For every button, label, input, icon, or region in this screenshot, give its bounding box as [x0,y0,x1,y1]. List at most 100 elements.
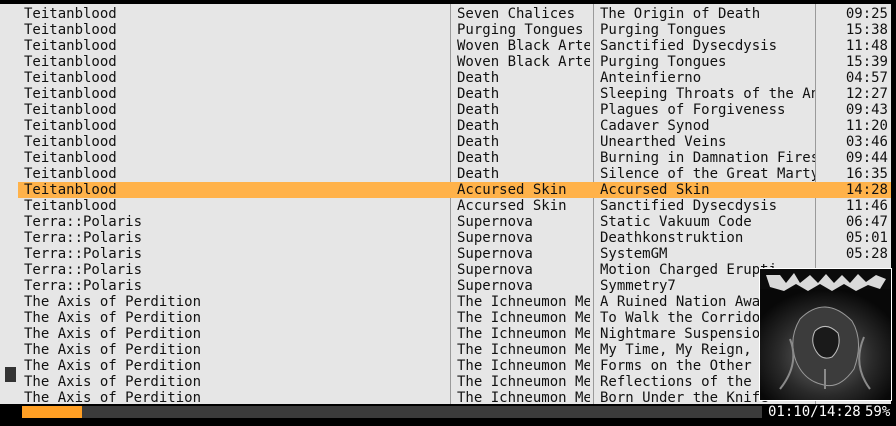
volume-readout: 59% [865,404,891,420]
track-title: Sleeping Throats of the Ant [600,86,815,102]
track-artist: Teitanblood [24,22,117,38]
progress-fill [22,406,82,418]
track-album: The Ichneumon Met [457,374,590,390]
time-readout: 01:10/14:28 [768,404,861,420]
track-album: Death [457,134,500,150]
track-artist: Teitanblood [24,102,117,118]
track-title: Static Vakuum Code [600,214,752,230]
track-artist: Teitanblood [24,166,117,182]
track-album: The Ichneumon Met [457,390,590,404]
track-duration: 14:28 [845,182,888,198]
track-title: Purging Tongues [600,54,727,70]
track-artist: Terra::Polaris [24,214,143,230]
track-row[interactable]: Teitanblood Death Cadaver Synod 11:20 [18,118,891,134]
track-title: Anteinfierno [600,70,702,86]
track-album: Death [457,86,500,102]
track-duration: 05:28 [845,246,888,262]
track-row[interactable]: Terra::Polaris Supernova Deathkonstruktion… [18,230,891,246]
track-album: Death [457,118,500,134]
track-artist: Terra::Polaris [24,246,143,262]
track-duration: 11:20 [845,118,888,134]
album-cover-image [760,269,891,400]
track-album: Death [457,70,500,86]
track-row[interactable]: Teitanblood Death Sleeping Throats of the … [18,86,891,102]
track-row[interactable]: Terra::Polaris Supernova Static Vakuum Cod… [18,214,891,230]
track-album: Woven Black Arter [457,38,590,54]
track-artist: Teitanblood [24,70,117,86]
track-duration: 16:35 [845,166,888,182]
track-row[interactable]: Teitanblood Death Unearthed Veins 03:46 [18,134,891,150]
track-title: Sanctified Dysecdysis [600,38,778,54]
track-album: The Ichneumon Met [457,294,590,310]
track-duration: 04:57 [845,70,888,86]
track-row[interactable]: Teitanblood Accursed Skin Sanctified Dysec… [18,198,891,214]
track-artist: Teitanblood [24,54,117,70]
track-row[interactable]: Teitanblood Death Silence of the Great Mar… [18,166,891,182]
track-album: Accursed Skin [457,182,567,198]
gutter-marker [5,367,16,382]
track-artist: Teitanblood [24,182,117,198]
track-album: Supernova [457,230,533,246]
track-artist: Terra::Polaris [24,262,143,278]
track-artist: The Axis of Perdition [24,294,202,310]
track-title: Cadaver Synod [600,118,710,134]
track-artist: The Axis of Perdition [24,310,202,326]
track-title: Purging Tongues [600,22,727,38]
track-artist: Teitanblood [24,6,117,22]
track-duration: 11:48 [845,38,888,54]
track-row[interactable]: Teitanblood Death Burning in Damnation Fir… [18,150,891,166]
track-duration: 09:25 [845,6,888,22]
track-album: Death [457,166,500,182]
track-duration: 09:43 [845,102,888,118]
progress-bar[interactable] [22,406,762,418]
track-album: Supernova [457,262,533,278]
track-artist: Teitanblood [24,134,117,150]
track-row[interactable]: Teitanblood Death Plagues of Forgiveness 09… [18,102,891,118]
track-title: Burning in Damnation Fires [600,150,815,166]
album-cover-art [759,268,892,401]
track-title: Silence of the Great Martyr [600,166,815,182]
track-duration: 05:01 [845,230,888,246]
track-row[interactable]: Teitanblood Woven Black Arter Purging Tong… [18,54,891,70]
track-album: Death [457,150,500,166]
track-album: Woven Black Arter [457,54,590,70]
track-duration: 15:38 [845,22,888,38]
track-title: Deathkonstruktion [600,230,744,246]
track-artist: Teitanblood [24,150,117,166]
status-bar: 01:10/14:28 59% [18,404,896,420]
track-row[interactable]: Teitanblood Purging Tongues Purging Tongue… [18,22,891,38]
track-artist: Teitanblood [24,86,117,102]
track-album: The Ichneumon Met [457,358,590,374]
track-title: Accursed Skin [600,182,710,198]
player-window: Teitanblood Seven Chalices The Origin of D… [0,0,896,426]
track-artist: Terra::Polaris [24,230,143,246]
track-row[interactable]: Terra::Polaris Supernova SystemGM 05:28 [18,246,891,262]
track-artist: The Axis of Perdition [24,374,202,390]
track-row-selected[interactable]: Teitanblood Accursed Skin Accursed Skin 14:… [18,182,891,198]
track-artist: Teitanblood [24,118,117,134]
track-album: Supernova [457,246,533,262]
track-album: The Ichneumon Met [457,342,590,358]
track-artist: The Axis of Perdition [24,326,202,342]
track-title: Plagues of Forgiveness [600,102,786,118]
track-artist: Teitanblood [24,38,117,54]
track-duration: 11:46 [845,198,888,214]
track-album: The Ichneumon Met [457,326,590,342]
track-title: The Origin of Death [600,6,761,22]
track-artist: Terra::Polaris [24,278,143,294]
track-row[interactable]: Teitanblood Woven Black Arter Sanctified D… [18,38,891,54]
track-duration: 09:44 [845,150,888,166]
track-duration: 12:27 [845,86,888,102]
track-row[interactable]: Teitanblood Seven Chalices The Origin of D… [18,6,891,22]
left-gutter [0,4,18,404]
track-title: SystemGM [600,246,668,262]
track-artist: The Axis of Perdition [24,390,202,404]
track-artist: Teitanblood [24,198,117,214]
track-album: The Ichneumon Met [457,310,590,326]
track-album: Death [457,102,500,118]
track-album: Supernova [457,278,533,294]
track-duration: 15:39 [845,54,888,70]
track-album: Purging Tongues [457,22,584,38]
track-row[interactable]: Teitanblood Death Anteinfierno 04:57 [18,70,891,86]
track-title: Unearthed Veins [600,134,727,150]
